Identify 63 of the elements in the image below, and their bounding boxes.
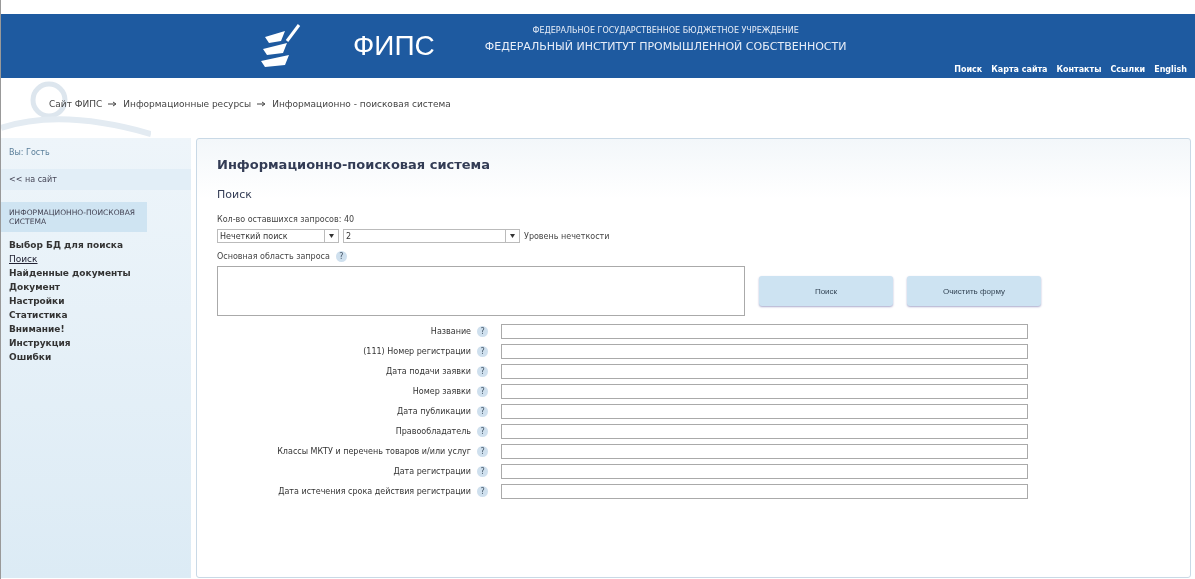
query-field[interactable]	[217, 266, 745, 316]
input-field[interactable]	[501, 424, 1028, 439]
query-label: Основная область запроса	[217, 252, 330, 261]
input-field[interactable]	[501, 364, 1028, 379]
logo-icon	[259, 23, 303, 69]
field-label: Дата истечения срока действия регистрации	[277, 487, 472, 496]
sidebar-item[interactable]: Поиск	[1, 252, 191, 266]
organization-subtitle: ФЕДЕРАЛЬНОЕ ГОСУДАРСТВЕННОЕ БЮДЖЕТНОЕ УЧРЕЖДЕНИЕ	[532, 25, 799, 35]
input-field[interactable]	[501, 484, 1028, 499]
fuzziness-dropdown[interactable]: 2	[343, 229, 520, 243]
help-icon[interactable]: ?	[477, 426, 488, 437]
form-button[interactable]: Очистить форму	[907, 276, 1041, 306]
field-label: (111) Номер регистрации	[362, 347, 472, 356]
breadcrumb-link[interactable]: Информационно - поисковая система	[272, 99, 451, 109]
sidebar-item[interactable]: Настройки	[1, 294, 191, 308]
sidebar-item[interactable]: Найденные документы	[1, 266, 191, 280]
input-field[interactable]	[501, 384, 1028, 399]
fuzziness-label: Уровень нечеткости	[524, 231, 610, 241]
header-link[interactable]: Контакты	[1056, 65, 1102, 74]
sidebar-item[interactable]: Ошибки	[1, 350, 191, 364]
help-icon[interactable]: ?	[477, 466, 488, 477]
sidebar-item[interactable]: Выбор БД для поиска	[1, 238, 191, 252]
logo-text: ФИПС	[353, 30, 435, 62]
field-label: Дата регистрации	[392, 467, 472, 476]
breadcrumb-arrow-icon	[108, 101, 118, 107]
header-link[interactable]: Поиск	[954, 65, 983, 74]
help-icon[interactable]: ?	[477, 386, 488, 397]
sidebar-item[interactable]: Внимание!	[1, 322, 191, 336]
help-icon[interactable]: ?	[477, 406, 488, 417]
section-title: Поиск	[217, 188, 253, 201]
input-field[interactable]	[501, 404, 1028, 419]
field-label: Классы МКТУ и перечень товаров и/или услуг	[276, 447, 472, 456]
breadcrumb-link[interactable]: Информационные ресурсы	[123, 99, 252, 109]
field-label: Правообладатель	[394, 427, 472, 436]
breadcrumb-arrow-icon	[257, 101, 267, 107]
sidebar-item[interactable]: Документ	[1, 280, 191, 294]
field-label: Название	[429, 327, 472, 336]
field-label: Дата подачи заявки	[385, 367, 472, 376]
input-field[interactable]	[501, 324, 1028, 339]
sidebar-item[interactable]: Инструкция	[1, 336, 191, 350]
form-button[interactable]: Поиск	[759, 276, 893, 306]
help-icon[interactable]: ?	[477, 326, 488, 337]
back-to-site-link[interactable]: << на сайт	[1, 169, 191, 190]
input-field[interactable]	[501, 344, 1028, 359]
page-title: Информационно-поисковая система	[217, 157, 491, 172]
header-link[interactable]: Карта сайта	[991, 65, 1048, 74]
breadcrumb-link[interactable]: Сайт ФИПС	[49, 99, 103, 109]
help-icon[interactable]: ?	[477, 446, 488, 457]
input-field[interactable]	[501, 444, 1028, 459]
help-icon[interactable]: ?	[477, 346, 488, 357]
input-field[interactable]	[501, 464, 1028, 479]
help-icon[interactable]: ?	[477, 366, 488, 377]
help-icon[interactable]: ?	[335, 251, 347, 262]
field-label: Дата публикации	[395, 407, 472, 416]
sidebar-item[interactable]: Статистика	[1, 308, 191, 322]
header-link[interactable]: Ссылки	[1110, 65, 1146, 74]
remaining-requests-text: Кол-во оставшихся запросов: 40	[217, 215, 355, 224]
field-label: Номер заявки	[411, 387, 472, 396]
user-status: Вы: Гость	[8, 148, 51, 159]
help-icon[interactable]: ?	[477, 486, 488, 497]
organization-name: ФЕДЕРАЛЬНЫЙ ИНСТИТУТ ПРОМЫШЛЕННОЙ СОБСТВЕННОСТИ	[484, 39, 847, 53]
header-link[interactable]: English	[1154, 65, 1187, 74]
search-mode-dropdown[interactable]: Нечеткий поиск	[217, 229, 339, 243]
